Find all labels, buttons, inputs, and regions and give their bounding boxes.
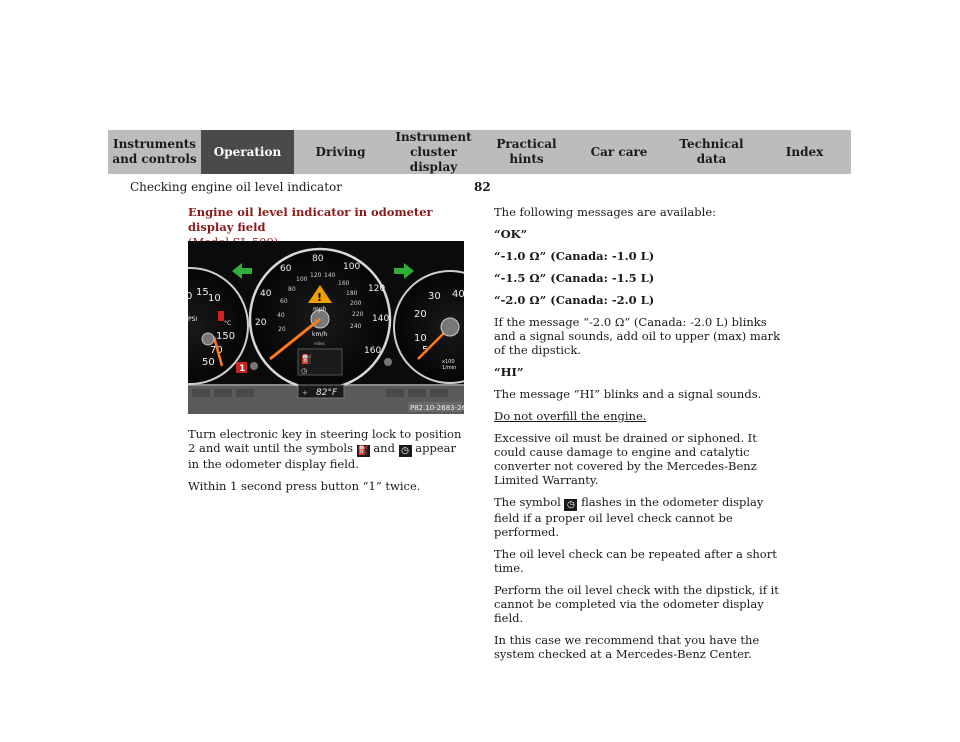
excess-oil-paragraph: Excessive oil must be drained or siphone… [494,431,757,487]
right-column: The following messages are available: “O… [494,205,784,669]
speed-unit-kmh: km/h [312,331,327,338]
left-gauge-tick: 15 [196,287,209,298]
messages-intro: The following messages are available: [494,205,716,219]
left-gauge-tick: 150 [216,331,235,342]
tab-label: Practical hints [496,137,557,166]
mph-tick: 80 [312,254,324,264]
speedometer: 20 40 60 80 100 120 140 160 20 40 60 80 … [248,247,392,391]
mph-tick: 140 [372,314,389,324]
kmh-tick: 220 [352,311,364,318]
left-column-text: Turn electronic key in steering lock to … [188,427,468,501]
svg-text:+: + [302,389,308,397]
kmh-tick: 20 [278,326,286,333]
kmh-tick: 200 [350,300,362,307]
section-heading: Engine oil level indicator in odometer d… [188,205,433,234]
kmh-tick: 140 [324,272,336,279]
tab-label: Driving [315,144,366,159]
tab-label: Index [785,144,824,159]
callout-1-label: 1 [239,364,245,374]
tab-car-care[interactable]: Car care [573,130,665,174]
tab-label: Car care [590,144,648,159]
mph-tick: 100 [343,262,360,272]
instruction-and: and [373,441,395,455]
kmh-tick: 40 [277,312,285,319]
tab-instruments-and-controls[interactable]: Instruments and controls [108,130,201,174]
message-minus-1-5: “-1.5 Ω” (Canada: -1.5 L) [494,271,655,285]
oil-can-icon: ⛽ [356,445,370,457]
rpm-tick: 10 [414,333,427,344]
page-number: 82 [474,180,491,194]
tab-label: Technical data [679,137,744,166]
left-gauge-tick: 10 [208,293,221,304]
message-hi: “HI” [494,365,524,379]
tab-technical-data[interactable]: Technical data [665,130,758,174]
tab-label: Instrument cluster display [395,129,472,174]
overfill-warning: Do not overfill the engine. [494,409,647,423]
dipstick-paragraph: Perform the oil level check with the dip… [494,583,779,625]
press-button-paragraph: Within 1 second press button “1” twice. [188,479,421,493]
rpm-tick: 40 [452,289,464,300]
tab-driving[interactable]: Driving [294,130,387,174]
instrument-cluster-figure: 0 10 15 PSI °C 150 70 50 20 40 60 80 100 [188,241,464,414]
mph-tick: 160 [364,346,381,356]
speed-unit-mph: mph [313,306,327,313]
kmh-tick: 160 [338,280,350,287]
rpm-tick: 20 [414,309,427,320]
mph-tick: 20 [255,318,267,328]
tab-label: Operation [213,144,282,159]
tab-operation[interactable]: Operation [201,130,294,174]
tab-instrument-cluster-display[interactable]: Instrument cluster display [387,130,480,174]
hi-paragraph: The message “HI” blinks and a signal sou… [494,387,762,401]
svg-text:!: ! [317,291,322,304]
message-minus-1-0: “-1.0 Ω” (Canada: -1.0 L) [494,249,655,263]
mph-tick: 60 [280,264,292,274]
instrument-cluster-illustration: 0 10 15 PSI °C 150 70 50 20 40 60 80 100 [188,241,464,414]
temperature-value: 82°F [316,388,338,398]
tab-practical-hints[interactable]: Practical hints [480,130,573,174]
symbol-flash-paragraph: The symbol ◷ flashes in the odometer dis… [494,495,784,539]
left-gauge-tick: 50 [202,357,215,368]
section-nav: Instruments and controls Operation Drivi… [108,130,851,174]
temp-unit: °C [224,320,231,327]
repeat-paragraph: The oil level check can be repeated afte… [494,547,777,575]
kmh-tick: 120 [310,272,322,279]
left-gauge-label: PSI [188,316,197,323]
dipstick-display-icon: ◷ [301,367,308,375]
oil-can-display-icon: ⛽ [301,353,312,365]
left-gauge-tick: 0 [188,291,192,302]
kmh-tick: 80 [288,286,296,293]
message-ok: “OK” [494,227,528,241]
tab-index[interactable]: Index [758,130,851,174]
instruction-paragraph: Turn electronic key in steering lock to … [188,427,468,471]
recommend-paragraph: In this case we recommend that you have … [494,633,760,661]
miles-label: miles [314,341,325,346]
mph-tick: 40 [260,289,272,299]
symbol-text-a: The symbol [494,495,561,509]
rpm-tick: 30 [428,291,441,302]
tab-label: Instruments and controls [112,137,197,166]
page-title: Checking engine oil level indicator [130,180,342,194]
dipstick-icon: ◷ [398,445,412,457]
mph-tick: 120 [368,284,385,294]
svg-text:1/min: 1/min [442,365,456,371]
dipstick-icon: ◷ [564,499,578,511]
kmh-tick: 100 [296,276,308,283]
kmh-tick: 240 [350,323,362,330]
kmh-tick: 60 [280,298,288,305]
figure-code: P82.10-2683-26 [410,404,464,412]
message-minus-2-0: “-2.0 Ω” (Canada: -2.0 L) [494,293,655,307]
kmh-tick: 180 [346,290,358,297]
blink-paragraph: If the message “-2.0 Ω” (Canada: -2.0 L)… [494,315,781,357]
